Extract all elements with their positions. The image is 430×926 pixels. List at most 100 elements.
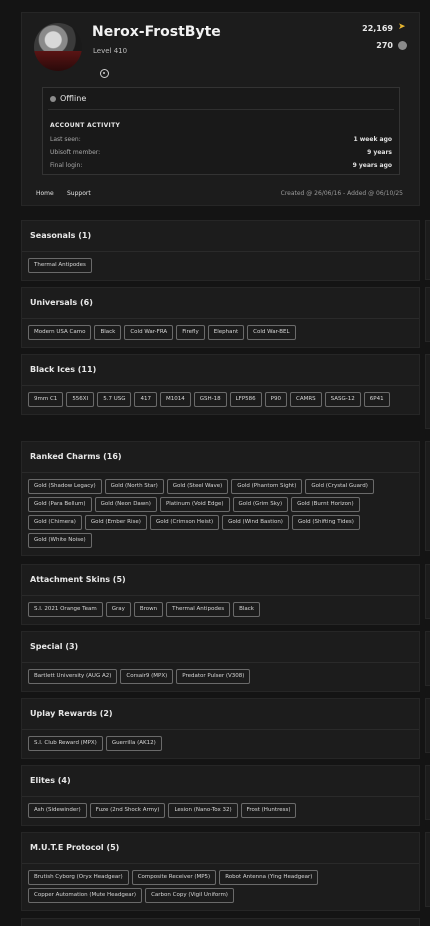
section-special: Special (3) Bartlett University (AUG A2)… xyxy=(21,631,420,692)
item-chip: Gold (Wind Bastion) xyxy=(222,515,289,530)
item-chip: S.I. 2021 Orange Team xyxy=(28,602,103,617)
item-chip: Gold (Crimson Heist) xyxy=(149,515,220,530)
section-ranked-charms: Ranked Charms (16) Gold (Shadow Legacy) … xyxy=(21,441,420,556)
r6-credits-icon: ➤ xyxy=(398,22,406,32)
divider xyxy=(48,109,394,110)
side-panel-edge xyxy=(425,631,430,686)
nav-support-link[interactable]: Support xyxy=(67,190,91,197)
item-chip: Bartlett University (AUG A2) xyxy=(28,669,118,684)
section-title: Black Ices (11) xyxy=(30,365,97,374)
section-title: Seasonals (1) xyxy=(30,231,92,240)
chip-list: S.I. 2021 Orange Team Gray Brown Thermal… xyxy=(22,596,419,624)
item-chip: Modern USA Camo xyxy=(28,325,92,340)
item-chip: SASG-12 xyxy=(324,392,361,407)
item-chip: Corsair9 (MPX) xyxy=(120,669,174,684)
item-chip: Gold (Shifting Tides) xyxy=(291,515,360,530)
member-value: 9 years xyxy=(367,149,392,156)
chip-list: S.I. Club Reward (MPX) Guerrilla (AK12) xyxy=(22,730,419,758)
item-chip: Frost (Huntress) xyxy=(240,803,297,818)
item-chip: GSH-18 xyxy=(193,392,227,407)
item-chip: Gold (Shadow Legacy) xyxy=(28,479,102,494)
item-chip: Platinum (Void Edge) xyxy=(159,497,230,512)
item-chip: Gold (Phantom Sight) xyxy=(231,479,303,494)
section-mute-protocol: M.U.T.E Protocol (5) Brutish Cyborg (Ory… xyxy=(21,832,420,911)
item-chip: 9mm C1 xyxy=(28,392,64,407)
item-chip: 556XI xyxy=(66,392,95,407)
item-chip: Lesion (Nano-Tox 32) xyxy=(168,803,238,818)
chip-list: Modern USA Camo Black Cold War-FRA Firef… xyxy=(22,319,419,347)
item-chip: Guerrilla (AK12) xyxy=(105,736,162,751)
section-attachment-skins: Attachment Skins (5) S.I. 2021 Orange Te… xyxy=(21,564,420,625)
section-elites: Elites (4) Ash (Sidewinder) Fuze (2nd Sh… xyxy=(21,765,420,826)
item-chip: Gold (Burnt Horizon) xyxy=(291,497,360,512)
nav-home-link[interactable]: Home xyxy=(36,190,54,197)
username: Nerox-FrostByte xyxy=(92,24,221,40)
item-chip: Gold (White Noise) xyxy=(28,533,92,548)
chip-list: Gold (Shadow Legacy) Gold (North Star) G… xyxy=(22,473,419,555)
status-dot-icon xyxy=(50,96,56,102)
final-login-value: 9 years ago xyxy=(352,162,392,169)
section-uplay-rewards: Uplay Rewards (2) S.I. Club Reward (MPX)… xyxy=(21,698,420,759)
item-chip: M1014 xyxy=(159,392,191,407)
profile-card: Nerox-FrostByte Level 410 22,169 ➤ 270 O… xyxy=(21,12,420,206)
avatar xyxy=(34,23,82,71)
last-seen-value: 1 week ago xyxy=(353,136,393,143)
item-chip: Gold (Crystal Guard) xyxy=(305,479,374,494)
created-info: Created @ 26/06/16 - Added @ 06/10/25 xyxy=(280,190,403,197)
section-title: Uplay Rewards (2) xyxy=(30,709,113,718)
item-chip: 6P41 xyxy=(363,392,390,407)
item-chip: Gold (Chimera) xyxy=(28,515,82,530)
item-chip: Gold (Neon Dawn) xyxy=(94,497,157,512)
chip-list: Ash (Sidewinder) Fuze (2nd Shock Army) L… xyxy=(22,797,419,825)
item-chip: Cold War-BEL xyxy=(247,325,296,340)
credits-value: 22,169 xyxy=(362,24,393,33)
chip-list: Brutish Cyborg (Oryx Headgear) Composite… xyxy=(22,864,419,910)
item-chip: Brutish Cyborg (Oryx Headgear) xyxy=(28,870,129,885)
final-login-label: Final login: xyxy=(50,162,83,169)
item-chip: S.I. Club Reward (MPX) xyxy=(28,736,103,751)
item-chip: Firefly xyxy=(176,325,205,340)
item-chip: Gold (Ember Rise) xyxy=(84,515,147,530)
level-label: Level 410 xyxy=(93,47,128,55)
section-universals: Universals (6) Modern USA Camo Black Col… xyxy=(21,287,420,348)
member-label: Ubisoft member: xyxy=(50,149,101,156)
section-title: Elites (4) xyxy=(30,776,71,785)
item-chip: Copper Automation (Mute Headgear) xyxy=(28,888,143,903)
item-chip: Fuze (2nd Shock Army) xyxy=(89,803,166,818)
steam-icon xyxy=(100,69,109,78)
item-chip: Composite Receiver (MP5) xyxy=(131,870,217,885)
item-chip: P90 xyxy=(264,392,287,407)
item-chip: 5.7 USG xyxy=(97,392,132,407)
side-panel-edge xyxy=(425,220,430,280)
section-title: Attachment Skins (5) xyxy=(30,575,126,584)
item-chip: Cold War-FRA xyxy=(124,325,174,340)
chip-list: 9mm C1 556XI 5.7 USG 417 M1014 GSH-18 LF… xyxy=(22,386,419,414)
side-panel-edge xyxy=(425,564,430,619)
account-activity-panel: Offline ACCOUNT ACTIVITY Last seen: 1 we… xyxy=(42,87,400,175)
side-panel-edge xyxy=(425,765,430,820)
item-chip: Thermal Antipodes xyxy=(166,602,231,617)
status-text: Offline xyxy=(60,94,87,103)
item-chip: Gold (Grim Sky) xyxy=(232,497,289,512)
last-seen-label: Last seen: xyxy=(50,136,81,143)
side-panel-edge xyxy=(425,354,430,429)
side-panel-edge xyxy=(425,832,430,907)
section-seasonals: Seasonals (1) Thermal Antipodes xyxy=(21,220,420,281)
item-chip: CAMRS xyxy=(289,392,322,407)
renown-coin-icon xyxy=(398,41,407,50)
item-chip: LFP586 xyxy=(229,392,262,407)
item-chip: Gold (Para Bellum) xyxy=(28,497,92,512)
section-title: Universals (6) xyxy=(30,298,93,307)
renown-value: 270 xyxy=(376,41,393,50)
item-chip: Gray xyxy=(105,602,131,617)
side-panel-edge xyxy=(425,287,430,342)
chip-list: Bartlett University (AUG A2) Corsair9 (M… xyxy=(22,663,419,691)
item-chip: Gold (North Star) xyxy=(104,479,164,494)
section-black-ices: Black Ices (11) 9mm C1 556XI 5.7 USG 417… xyxy=(21,354,420,415)
item-chip: Robot Antenna (Ying Headgear) xyxy=(219,870,319,885)
item-chip: Thermal Antipodes xyxy=(28,258,92,273)
item-chip: Black xyxy=(94,325,122,340)
item-chip: Predator Pulser (V308) xyxy=(176,669,251,684)
section-title: Ranked Charms (16) xyxy=(30,452,122,461)
item-chip: Carbon Copy (Vigil Uniform) xyxy=(145,888,234,903)
